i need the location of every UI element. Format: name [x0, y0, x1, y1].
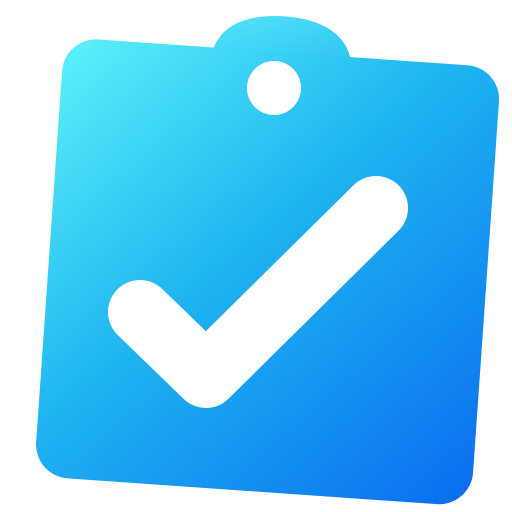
clipboard-check-icon [36, 16, 500, 505]
clipboard-hole [247, 61, 301, 115]
clipboard-check-app-icon [0, 0, 512, 512]
clipboard [36, 16, 500, 505]
